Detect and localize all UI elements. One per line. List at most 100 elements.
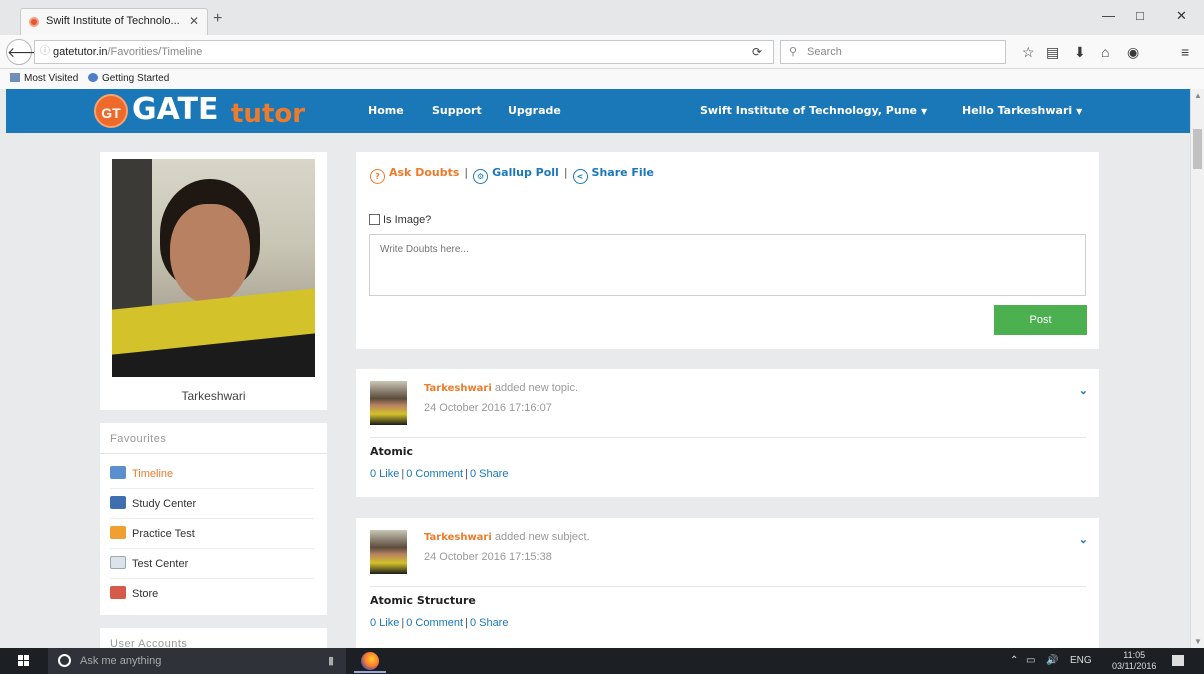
fav-item-label: Study Center — [132, 498, 197, 510]
bookmark-getting-started[interactable]: Getting Started — [88, 69, 169, 89]
fav-item-test-center[interactable]: Test Center — [110, 549, 314, 579]
institute-label: Swift Institute of Technology, Pune — [700, 104, 917, 117]
like-link[interactable]: 0 Like — [370, 468, 399, 480]
reader-list-icon[interactable]: ▤ — [1046, 45, 1059, 59]
post-title: Tarkeshwari added new topic. — [424, 382, 578, 394]
menu-icon[interactable]: ≡ — [1181, 45, 1189, 59]
test-center-icon — [110, 556, 126, 569]
scroll-up-icon[interactable]: ▲ — [1194, 91, 1202, 100]
fav-item-timeline[interactable]: Timeline — [110, 459, 314, 489]
divider — [370, 586, 1086, 587]
tab-label: Share File — [591, 166, 654, 179]
like-link[interactable]: 0 Like — [370, 617, 399, 629]
scrollbar-thumb[interactable] — [1193, 129, 1202, 169]
avatar[interactable] — [370, 381, 407, 425]
fav-item-label: Store — [132, 588, 159, 600]
logo-badge[interactable]: GT — [94, 94, 128, 128]
windows-taskbar: Ask me anything ▮ ⌃ ▭ 🔊 ENG 11:05 03/11/… — [0, 648, 1204, 674]
composer-tabs: ? Ask Doubts | ⚙ Gallup Poll | < Share File — [370, 166, 654, 184]
microphone-icon[interactable]: ▮ — [328, 648, 334, 674]
question-icon: ? — [370, 169, 385, 184]
fav-item-label: Timeline — [132, 468, 174, 480]
is-image-option[interactable]: Is Image? — [369, 214, 431, 226]
url-domain: gatetutor.in — [53, 46, 108, 58]
bookmarks-bar: Most Visited Getting Started — [0, 69, 1204, 89]
tab-share-file[interactable]: < Share File — [572, 166, 654, 184]
tab-close-icon[interactable]: ✕ — [189, 9, 199, 34]
tray-chevron-icon[interactable]: ⌃ — [1010, 648, 1018, 674]
post-author[interactable]: Tarkeshwari — [424, 532, 492, 543]
post-date: 24 October 2016 17:16:07 — [424, 402, 552, 414]
tab-label: Gallup Poll — [492, 166, 559, 179]
comment-link[interactable]: 0 Comment — [406, 468, 463, 480]
page-scrollbar[interactable]: ▲ ▼ — [1190, 89, 1204, 648]
post-date: 24 October 2016 17:15:38 — [424, 551, 552, 563]
nav-upgrade[interactable]: Upgrade — [508, 104, 561, 117]
post-composer: ? Ask Doubts | ⚙ Gallup Poll | < Share File Is … — [356, 152, 1099, 349]
post-button[interactable]: Post — [994, 305, 1087, 335]
clock-time: 11:05 — [1123, 650, 1146, 660]
minimize-icon[interactable]: — — [1102, 8, 1115, 23]
share-link[interactable]: 0 Share — [470, 468, 509, 480]
fav-item-practice-test[interactable]: Practice Test — [110, 519, 314, 549]
pocket-icon[interactable]: ◉ — [1127, 45, 1139, 59]
is-image-checkbox[interactable] — [369, 214, 380, 225]
browser-tab-bar: Swift Institute of Technolo... ✕ + — □ ✕ — [0, 0, 1204, 35]
screen: Swift Institute of Technolo... ✕ + — □ ✕… — [0, 0, 1204, 674]
logo-subtext[interactable]: tutor — [231, 97, 305, 131]
chevron-down-icon[interactable]: ⌄ — [1079, 384, 1088, 397]
institute-dropdown[interactable]: Swift Institute of Technology, Pune ▼ — [700, 104, 927, 117]
user-menu-dropdown[interactable]: Hello Tarkeshwari ▼ — [962, 104, 1082, 117]
volume-icon[interactable]: 🔊 — [1046, 648, 1058, 674]
study-center-icon — [110, 496, 126, 509]
download-icon[interactable]: ⬇ — [1074, 45, 1086, 59]
nav-support[interactable]: Support — [432, 104, 482, 117]
reload-icon[interactable]: ⟳ — [752, 45, 762, 59]
tab-gallup-poll[interactable]: ⚙ Gallup Poll — [473, 166, 559, 184]
bookmark-star-icon[interactable]: ☆ — [1022, 45, 1035, 59]
browser-nav-bar: 🡐 ⓘ gatetutor.in/Favorities/Timeline ⟳ ⚲… — [0, 35, 1204, 69]
network-icon[interactable]: ▭ — [1026, 648, 1035, 674]
taskbar-search-input[interactable]: Ask me anything ▮ — [48, 648, 346, 674]
site-info-icon[interactable]: ⓘ — [40, 41, 50, 63]
profile-photo[interactable] — [112, 159, 315, 377]
windows-start-icon[interactable] — [18, 655, 30, 667]
post-author[interactable]: Tarkeshwari — [424, 383, 492, 394]
scroll-down-icon[interactable]: ▼ — [1194, 637, 1202, 646]
post-actions: 0 Like | 0 Comment | 0 Share — [370, 468, 509, 480]
restore-icon[interactable]: □ — [1136, 8, 1144, 23]
doubt-input[interactable] — [369, 234, 1086, 296]
share-link[interactable]: 0 Share — [470, 617, 509, 629]
caret-down-icon: ▼ — [1076, 107, 1083, 116]
post-topic: Atomic Structure — [370, 594, 476, 607]
chevron-down-icon[interactable]: ⌄ — [1079, 533, 1088, 546]
profile-card: Tarkeshwari — [100, 152, 327, 410]
taskbar-search-placeholder: Ask me anything — [80, 655, 162, 667]
divider — [100, 453, 327, 454]
bookmark-most-visited[interactable]: Most Visited — [10, 69, 78, 89]
language-indicator[interactable]: ENG — [1070, 648, 1092, 674]
new-tab-button[interactable]: + — [213, 10, 222, 28]
fav-item-store[interactable]: Store — [110, 579, 314, 609]
browser-search-input[interactable]: ⚲ Search — [780, 40, 1006, 64]
tab-ask-doubts[interactable]: ? Ask Doubts — [370, 166, 459, 184]
avatar[interactable] — [370, 530, 407, 574]
nav-home[interactable]: Home — [368, 104, 404, 117]
is-image-label: Is Image? — [383, 214, 432, 226]
fav-item-study-center[interactable]: Study Center — [110, 489, 314, 519]
home-icon[interactable]: ⌂ — [1101, 45, 1109, 59]
favourites-title: Favourites — [110, 433, 167, 445]
browser-tab[interactable]: Swift Institute of Technolo... ✕ — [20, 8, 208, 35]
firefox-taskbar-icon[interactable] — [361, 652, 379, 670]
back-button[interactable]: 🡐 — [6, 39, 45, 65]
firefox-icon — [88, 73, 98, 82]
clock-date: 03/11/2016 — [1112, 661, 1157, 671]
comment-link[interactable]: 0 Comment — [406, 617, 463, 629]
profile-name: Tarkeshwari — [181, 389, 246, 403]
window-close-icon[interactable]: ✕ — [1176, 8, 1187, 24]
logo-text[interactable]: GATE — [132, 93, 218, 127]
notification-icon[interactable] — [1172, 655, 1184, 666]
url-bar[interactable]: ⓘ gatetutor.in/Favorities/Timeline — [34, 40, 774, 64]
post-topic: Atomic — [370, 445, 414, 458]
clock[interactable]: 11:05 03/11/2016 — [1112, 650, 1156, 672]
